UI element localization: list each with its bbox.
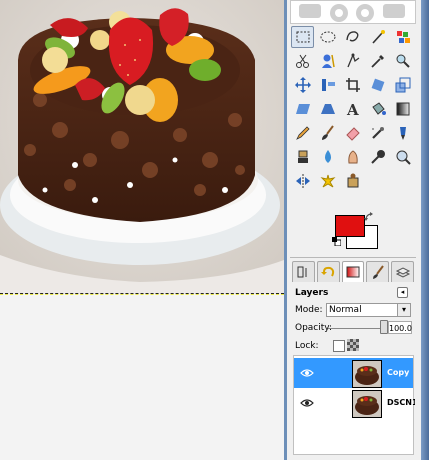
smudge-tool-icon[interactable] xyxy=(341,146,364,168)
lock-pixels-checkbox[interactable] xyxy=(333,340,345,352)
blend-tool-icon[interactable] xyxy=(391,98,414,120)
pencil-tool-icon[interactable] xyxy=(291,122,314,144)
undo-history-tab-icon[interactable] xyxy=(316,261,340,282)
airbrush-tool-icon[interactable] xyxy=(366,122,389,144)
text-tool-icon[interactable]: A xyxy=(341,98,364,120)
paintbrush-tool-icon[interactable] xyxy=(316,122,339,144)
clone-tool-icon[interactable] xyxy=(291,146,314,168)
opacity-slider-track[interactable] xyxy=(328,328,384,329)
tool-options-tab-icon[interactable] xyxy=(292,261,315,282)
toolbox-header-wilber xyxy=(290,0,416,24)
layers-tab-icon[interactable] xyxy=(391,261,414,282)
rect-select-tool-icon[interactable] xyxy=(291,26,314,48)
rotate-tool-icon[interactable] xyxy=(366,74,389,96)
layer-list: Copy DSCN117 xyxy=(293,355,415,455)
align-tool-icon[interactable] xyxy=(316,74,339,96)
layer-name[interactable]: DSCN117 xyxy=(387,398,415,407)
window-frame-edge xyxy=(421,0,429,460)
perspective-tool-icon[interactable] xyxy=(316,98,339,120)
eraser-tool-icon[interactable] xyxy=(341,122,364,144)
flip-tool-icon[interactable] xyxy=(291,170,314,192)
shear-tool-icon[interactable] xyxy=(291,98,314,120)
color-picker-tool-icon[interactable] xyxy=(366,50,389,72)
layer-thumbnail xyxy=(352,390,382,418)
cake-photo xyxy=(0,0,284,294)
opacity-slider-thumb[interactable] xyxy=(380,320,388,334)
opacity-label: Opacity: xyxy=(295,323,332,333)
gradients-tab-icon[interactable] xyxy=(341,261,365,282)
dock-tab-bar xyxy=(290,257,416,283)
scale-tool-icon[interactable] xyxy=(391,74,414,96)
chevron-down-icon[interactable]: ▾ xyxy=(397,304,410,316)
free-select-tool-icon[interactable] xyxy=(341,26,364,48)
dodge-burn-tool-icon[interactable] xyxy=(366,146,389,168)
layers-panel-title: Layers xyxy=(295,288,329,298)
paths-tool-icon[interactable] xyxy=(341,50,364,72)
layer-row[interactable]: DSCN117 xyxy=(294,388,415,418)
lock-alpha-icon[interactable] xyxy=(347,339,359,351)
visibility-eye-icon[interactable] xyxy=(300,367,314,379)
default-colors-icon[interactable] xyxy=(332,237,341,246)
image-canvas[interactable] xyxy=(0,0,284,460)
toolbox-tools-grid: A xyxy=(291,26,417,194)
svg-text:A: A xyxy=(346,101,359,118)
brushes-tab-icon[interactable] xyxy=(366,261,390,282)
select-by-color-tool-icon[interactable] xyxy=(391,26,414,48)
measure-tool-icon[interactable] xyxy=(391,146,414,168)
color-selector[interactable] xyxy=(332,212,382,252)
scissors-select-tool-icon[interactable] xyxy=(291,50,314,72)
mode-label: Mode: xyxy=(295,305,323,315)
heal-tool-icon[interactable] xyxy=(316,170,339,192)
bucket-fill-tool-icon[interactable] xyxy=(366,98,389,120)
zoom-magnify-tool-icon[interactable] xyxy=(391,50,414,72)
layers-panel: Layers ◂ Mode: Normal ▾ Opacity: 100.0 L… xyxy=(290,283,416,460)
selection-border-highlight xyxy=(0,294,284,295)
ellipse-select-tool-icon[interactable] xyxy=(316,26,339,48)
layer-name[interactable]: Copy xyxy=(387,368,415,377)
perspective-clone-tool-icon[interactable] xyxy=(341,170,364,192)
layer-thumbnail xyxy=(352,360,382,388)
visibility-eye-icon[interactable] xyxy=(300,397,314,409)
foreground-color-swatch[interactable] xyxy=(335,215,365,237)
toolbox-dock: A Layers ◂ Mode: Normal ▾ Opacity: 100.0… xyxy=(284,0,429,460)
mode-value: Normal xyxy=(329,305,362,315)
panel-menu-icon[interactable]: ◂ xyxy=(397,287,408,298)
foreground-select-tool-icon[interactable] xyxy=(316,50,339,72)
crop-tool-icon[interactable] xyxy=(341,74,364,96)
mode-dropdown[interactable]: Normal ▾ xyxy=(326,303,411,317)
blur-tool-icon[interactable] xyxy=(316,146,339,168)
swap-colors-icon[interactable] xyxy=(364,212,374,222)
fuzzy-select-tool-icon[interactable] xyxy=(366,26,389,48)
move-tool-icon[interactable] xyxy=(291,74,314,96)
layer-row[interactable]: Copy xyxy=(294,358,413,388)
opacity-spin-field[interactable]: 100.0 xyxy=(388,321,412,334)
ink-tool-icon[interactable] xyxy=(391,122,414,144)
lock-label: Lock: xyxy=(295,341,319,351)
